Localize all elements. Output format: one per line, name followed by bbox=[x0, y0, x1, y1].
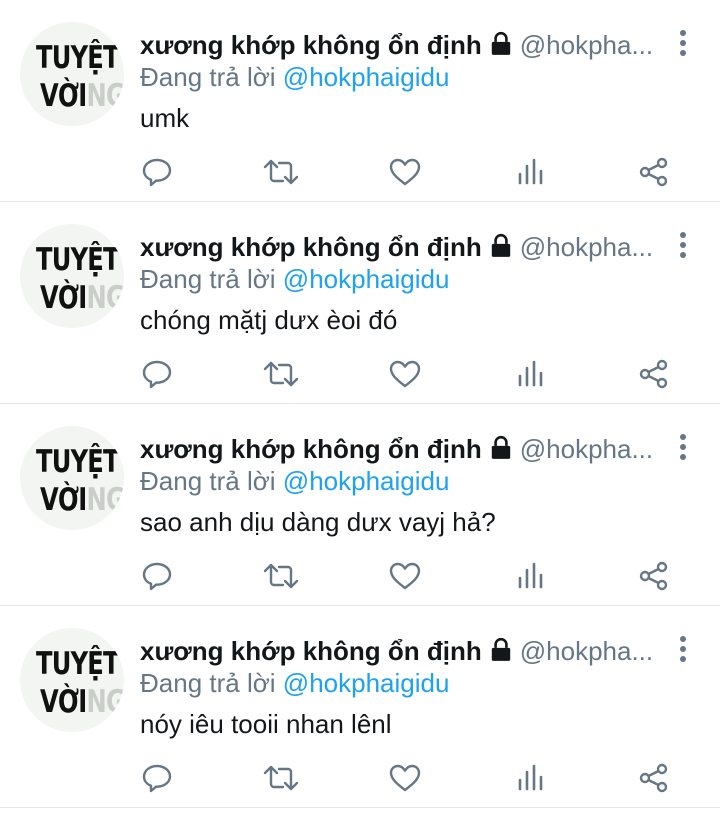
avatar-text-main: VỜI bbox=[40, 482, 87, 518]
more-vertical-icon[interactable] bbox=[678, 636, 688, 666]
avatar-text-line1: TUYỆT bbox=[36, 444, 120, 480]
username-handle[interactable]: @hokpha... bbox=[520, 30, 653, 60]
heart-icon[interactable] bbox=[388, 762, 424, 794]
username-handle[interactable]: @hokpha... bbox=[520, 434, 653, 464]
lock-icon bbox=[488, 435, 514, 466]
retweet-icon[interactable] bbox=[262, 358, 299, 390]
tweet[interactable]: TUYỆT VỜING xương khớp không ổn định @hok… bbox=[0, 606, 720, 808]
avatar-text-line2: VỜING bbox=[40, 684, 124, 720]
tweet-header: xương khớp không ổn định @hokpha... bbox=[140, 634, 670, 668]
tweet-actions bbox=[0, 152, 720, 192]
avatar-text-main: VỜI bbox=[40, 684, 87, 720]
avatar[interactable]: TUYỆT VỜING bbox=[20, 426, 124, 530]
tweet-header: xương khớp không ổn định @hokpha... bbox=[140, 28, 670, 62]
tweet-text: chóng mặtj dưx èoi đó bbox=[140, 305, 398, 335]
share-icon[interactable] bbox=[637, 156, 673, 188]
lock-icon bbox=[488, 31, 514, 62]
display-name[interactable]: xương khớp không ổn định bbox=[140, 232, 482, 262]
avatar[interactable]: TUYỆT VỜING bbox=[20, 22, 124, 126]
stats-icon[interactable] bbox=[514, 560, 550, 592]
retweet-icon[interactable] bbox=[262, 560, 299, 592]
tweet-actions bbox=[0, 758, 720, 798]
avatar[interactable]: TUYỆT VỜING bbox=[20, 224, 124, 328]
share-icon[interactable] bbox=[637, 358, 673, 390]
avatar-text-faded: NG bbox=[86, 482, 124, 518]
reply-prefix: Đang trả lời bbox=[140, 466, 276, 496]
lock-icon bbox=[488, 637, 514, 668]
retweet-icon[interactable] bbox=[262, 156, 299, 188]
avatar-text-faded: NG bbox=[86, 78, 124, 114]
tweet-actions bbox=[0, 354, 720, 394]
display-name[interactable]: xương khớp không ổn định bbox=[140, 30, 482, 60]
reply-context: Đang trả lời @hokphaigidu bbox=[140, 464, 449, 498]
tweet-text: sao anh dịu dàng dưx vayj hả? bbox=[140, 507, 496, 537]
tweet-text: nóy iêu tooii nhan lênl bbox=[140, 709, 392, 739]
tweet[interactable]: TUYỆT VỜING xương khớp không ổn định @hok… bbox=[0, 0, 720, 202]
retweet-icon[interactable] bbox=[262, 762, 299, 794]
reply-context: Đang trả lời @hokphaigidu bbox=[140, 60, 449, 94]
avatar-text-line2: VỜING bbox=[40, 482, 124, 518]
reply-icon[interactable] bbox=[140, 156, 176, 188]
tweet-header: xương khớp không ổn định @hokpha... bbox=[140, 230, 670, 264]
tweet-feed: TUYỆT VỜING xương khớp không ổn định @hok… bbox=[0, 0, 720, 813]
display-name[interactable]: xương khớp không ổn định bbox=[140, 636, 482, 666]
reply-context: Đang trả lời @hokphaigidu bbox=[140, 262, 449, 296]
reply-mention-link[interactable]: @hokphaigidu bbox=[283, 668, 450, 698]
tweet[interactable]: TUYỆT VỜING xương khớp không ổn định @hok… bbox=[0, 202, 720, 404]
avatar-text-main: VỜI bbox=[40, 280, 87, 316]
avatar-text-line1: TUYỆT bbox=[36, 646, 120, 682]
share-icon[interactable] bbox=[637, 762, 673, 794]
avatar[interactable]: TUYỆT VỜING bbox=[20, 628, 124, 732]
stats-icon[interactable] bbox=[514, 358, 550, 390]
username-handle[interactable]: @hokpha... bbox=[520, 232, 653, 262]
reply-icon[interactable] bbox=[140, 762, 176, 794]
tweet-text: umk bbox=[140, 103, 190, 133]
avatar-text-main: VỜI bbox=[40, 78, 87, 114]
username-handle[interactable]: @hokpha... bbox=[520, 636, 653, 666]
reply-prefix: Đang trả lời bbox=[140, 668, 276, 698]
avatar-text-faded: NG bbox=[86, 280, 124, 316]
avatar-text-line1: TUYỆT bbox=[36, 40, 120, 76]
more-vertical-icon[interactable] bbox=[678, 434, 688, 464]
reply-prefix: Đang trả lời bbox=[140, 62, 276, 92]
reply-context: Đang trả lời @hokphaigidu bbox=[140, 666, 449, 700]
more-vertical-icon[interactable] bbox=[678, 232, 688, 262]
reply-icon[interactable] bbox=[140, 560, 176, 592]
reply-icon[interactable] bbox=[140, 358, 176, 390]
heart-icon[interactable] bbox=[388, 560, 424, 592]
reply-prefix: Đang trả lời bbox=[140, 264, 276, 294]
avatar-text-line2: VỜING bbox=[40, 280, 124, 316]
lock-icon bbox=[488, 233, 514, 264]
reply-mention-link[interactable]: @hokphaigidu bbox=[283, 466, 450, 496]
share-icon[interactable] bbox=[637, 560, 673, 592]
heart-icon[interactable] bbox=[388, 358, 424, 390]
display-name[interactable]: xương khớp không ổn định bbox=[140, 434, 482, 464]
tweet[interactable]: TUYỆT VỜING xương khớp không ổn định @hok… bbox=[0, 404, 720, 606]
avatar-text-line2: VỜING bbox=[40, 78, 124, 114]
avatar-text-faded: NG bbox=[86, 684, 124, 720]
stats-icon[interactable] bbox=[514, 762, 550, 794]
tweet-header: xương khớp không ổn định @hokpha... bbox=[140, 432, 670, 466]
stats-icon[interactable] bbox=[514, 156, 550, 188]
reply-mention-link[interactable]: @hokphaigidu bbox=[283, 62, 450, 92]
tweet-actions bbox=[0, 556, 720, 596]
reply-mention-link[interactable]: @hokphaigidu bbox=[283, 264, 450, 294]
heart-icon[interactable] bbox=[388, 156, 424, 188]
more-vertical-icon[interactable] bbox=[678, 30, 688, 60]
avatar-text-line1: TUYỆT bbox=[36, 242, 120, 278]
